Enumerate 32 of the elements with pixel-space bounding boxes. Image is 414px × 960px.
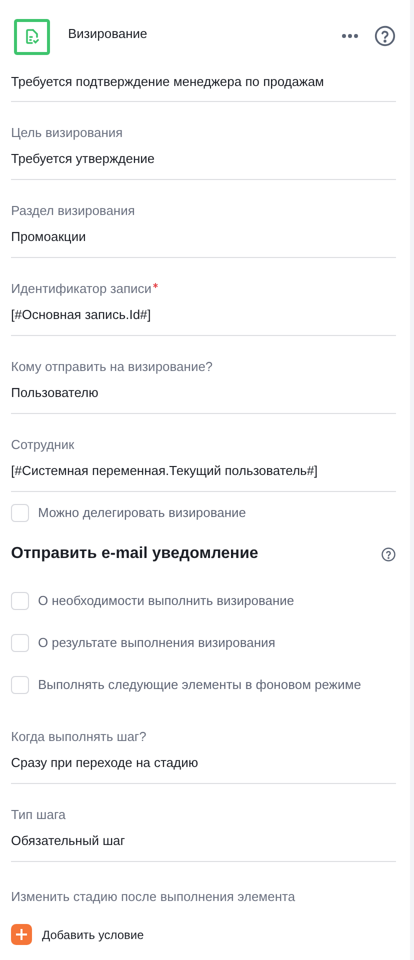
field-label: Когда выполнять шаг? bbox=[11, 729, 146, 745]
checkbox-label: О необходимости выполнить визирование bbox=[38, 592, 294, 610]
plus-icon bbox=[11, 924, 32, 945]
section-heading: Отправить e-mail уведомление bbox=[11, 544, 258, 564]
description-text: Требуется подтверждение менеджера по продажам bbox=[11, 74, 325, 90]
help-icon[interactable] bbox=[381, 546, 396, 562]
field-value[interactable]: Требуется утверждение bbox=[11, 151, 396, 167]
checkbox[interactable] bbox=[11, 634, 29, 652]
field-value[interactable]: Обязательный шаг bbox=[11, 833, 396, 849]
field-value[interactable]: [#Основная запись.Id#] bbox=[11, 307, 396, 323]
help-icon[interactable] bbox=[374, 25, 396, 47]
field-value[interactable]: Пользователю bbox=[11, 385, 396, 401]
more-icon[interactable] bbox=[342, 34, 358, 38]
field-value[interactable]: Сразу при переходе на стадию bbox=[11, 755, 396, 771]
field-value[interactable]: [#Системная переменная.Текущий пользователь#] bbox=[11, 463, 396, 479]
approval-icon bbox=[14, 19, 50, 55]
field-value[interactable]: Промоакции bbox=[11, 229, 396, 245]
checkbox-label: О результате выполнения визирования bbox=[38, 634, 276, 652]
field-label: Цель визирования bbox=[11, 125, 123, 141]
field-label: Тип шага bbox=[11, 807, 66, 823]
field-label: Кому отправить на визирование? bbox=[11, 359, 213, 375]
checkbox-label: Можно делегировать визирование bbox=[38, 504, 246, 522]
field-label: Идентификатор записи bbox=[11, 281, 152, 297]
field-label: Сотрудник bbox=[11, 437, 74, 453]
section-label: Изменить стадию после выполнения элемента bbox=[11, 889, 296, 904]
add-condition-button[interactable]: Добавить условие bbox=[11, 924, 144, 945]
checkbox-label: Выполнять следующие элементы в фоновом режиме bbox=[38, 676, 362, 694]
checkbox[interactable] bbox=[11, 504, 29, 522]
checkbox[interactable] bbox=[11, 676, 29, 694]
element-title: Визирование bbox=[68, 25, 148, 44]
field-label: Раздел визирования bbox=[11, 203, 135, 219]
checkbox[interactable] bbox=[11, 592, 29, 610]
